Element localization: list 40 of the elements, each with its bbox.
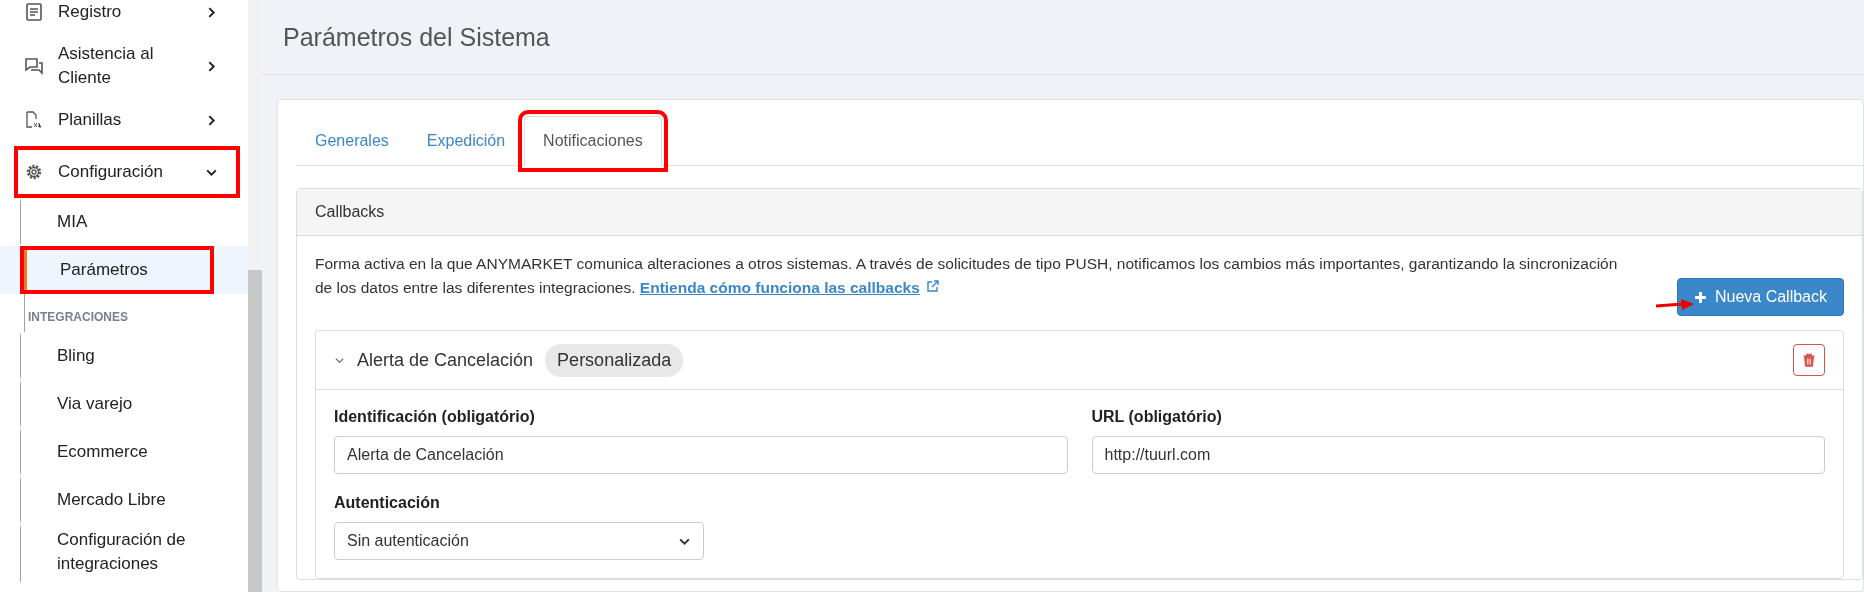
menu-label: Configuración [58,161,164,183]
sidebar-item[interactable]: Parámetros [20,246,214,294]
sidebar-item[interactable]: Asistencia al Cliente [14,38,240,94]
description-text: Forma activa en la que ANYMARKET comunica alteraciones a otros sistemas. A través de solicitudes de tipo PUSH, notificamos los cambios más importantes, garantizando la sincronización de los datos entre las diferentes integraciones. Entienda cómo funciona las callbacks [315,254,1619,298]
trash-icon [1801,352,1817,368]
new-callback-button[interactable]: Nueva Callback [1676,278,1844,316]
chat-icon [24,56,44,76]
file-icon [24,110,44,130]
menu-label: Registro [58,1,123,23]
plus-icon [1693,290,1707,304]
sidebar-item[interactable]: Configuración [14,146,240,198]
tab[interactable]: Generales [296,116,408,166]
settings-icon [24,162,44,182]
annotation-arrow [1654,298,1695,312]
external-link-icon [925,279,940,293]
sidebar-item[interactable]: Via varejo [20,380,214,428]
delete-button[interactable] [1793,344,1825,376]
sidebar-item[interactable]: Configuración de integraciones [20,524,214,584]
sidebar-item[interactable]: Mercado Libre [20,476,214,524]
sidebar-item[interactable]: Registro [14,0,240,38]
callback-name: Alerta de Cancelación [357,349,534,371]
menu-label: Asistencia al Cliente [58,43,155,89]
field-label: Autenticación [334,494,441,512]
field-label: Identificación (obligatório) [334,408,536,426]
sidebar-item[interactable]: Bling [20,332,214,380]
sidebar-item[interactable]: Planillas [14,94,240,146]
tab[interactable]: Expedición [407,116,525,166]
field-label: URL (obligatório) [1091,408,1223,426]
type-badge: Personalizada [545,343,684,377]
menu-label: Planillas [58,109,123,131]
panel-title: Callbacks [315,203,385,220]
scrollbar-thumb[interactable] [248,270,262,592]
authentication-dropdown[interactable]: Sin autenticación [334,522,704,560]
sidebar-item[interactable]: Ecommerce [20,428,214,476]
sidebar-item[interactable]: MIA [20,198,214,246]
help-link[interactable]: Entienda cómo funciona las callbacks [639,279,920,296]
page-title: Parámetros del Sistema [283,22,550,52]
input-field[interactable]: Alerta de Cancelación [334,436,1068,474]
input-field[interactable]: http://tuurl.com [1091,436,1825,474]
document-icon [24,2,44,22]
